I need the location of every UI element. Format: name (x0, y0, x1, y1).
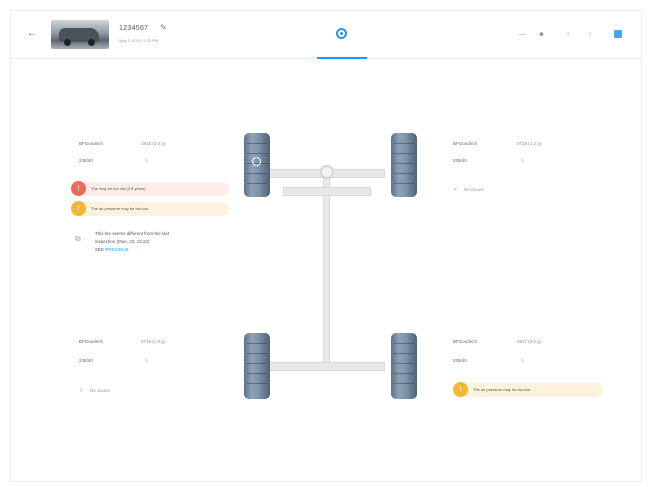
status-text: No issues (464, 187, 484, 192)
diff-link-row: SEE PREVIOUS (95, 246, 245, 254)
compare-icon: ⧉ (75, 234, 81, 243)
front-axle-lower (283, 187, 371, 196)
front-left-dot: 1915 (3.5 y) (141, 141, 166, 146)
front-right-size: 235/40 (453, 158, 467, 163)
previous-link[interactable]: PREVIOUS (105, 247, 128, 252)
front-left-brand: BFGoodrich (79, 141, 104, 146)
front-hub (320, 165, 334, 179)
warning-low-pressure: ! The air pressure may be too low. (71, 201, 229, 216)
warning-old-tire: ! The may be too old (3.5 years). (71, 181, 229, 196)
diff-line-2: inspection (Mon, 22, 15:22) (95, 239, 150, 244)
status-text: No issues (90, 388, 110, 393)
check-icon: ✓ (453, 187, 459, 193)
tire-difference-note: ⧉ This tire seems different from the las… (75, 230, 245, 254)
warning-icon: ! (71, 181, 86, 196)
gauge-icon: ♁ (520, 157, 526, 164)
rear-left-size: 235/40 (79, 358, 93, 363)
pressure-icon: ! (71, 201, 86, 216)
gauge-icon: ♁ (144, 157, 150, 164)
tire-front-right[interactable] (391, 133, 417, 197)
tire-rear-right[interactable] (391, 333, 417, 399)
drive-shaft (323, 171, 330, 371)
see-label: SEE (95, 247, 105, 252)
app-window: ← 1234567 ✎ May 3, 2019, 2:25 PM — ⬥ ‹ › (10, 10, 643, 482)
rear-left-dot: 0718 (1.2 y) (141, 339, 166, 344)
gauge-icon: ♁ (144, 357, 150, 364)
warning-text: The air pressure may be too low. (473, 387, 532, 392)
rear-right-brand: BFGoodrich (453, 339, 478, 344)
front-left-size: 235/40 (79, 158, 93, 163)
magnifier-icon (252, 157, 261, 166)
rear-axle (269, 362, 385, 371)
warning-text: The may be too old (3.5 years). (91, 186, 147, 191)
rear-right-size: 235/40 (453, 358, 467, 363)
diff-line-1: This tire seems different from the last (95, 231, 169, 236)
warning-text: The air pressure may be too low. (91, 206, 150, 211)
front-right-dot: 0718 (1.2 y) (517, 141, 542, 146)
check-icon: ✓ (79, 388, 85, 394)
warning-low-pressure: ! The air pressure may be too low. (453, 382, 603, 397)
gauge-icon: ♁ (520, 357, 526, 364)
rear-right-dot: 2917 (2.2 y) (517, 339, 542, 344)
tire-rear-left[interactable] (244, 333, 270, 399)
front-right-brand: BFGoodrich (453, 141, 478, 146)
pressure-icon: ! (453, 382, 468, 397)
rear-left-status: ✓ No issues (79, 387, 110, 394)
rear-left-brand: BFGoodrich (79, 339, 104, 344)
tire-front-left[interactable] (244, 133, 270, 197)
front-right-status: ✓ No issues (453, 186, 484, 193)
